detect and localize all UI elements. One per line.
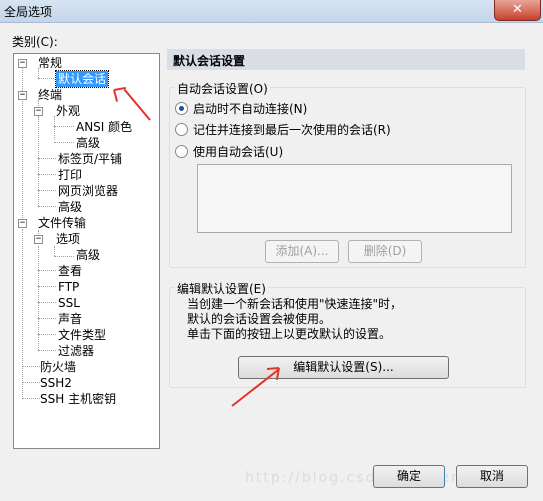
tree-item-firewall[interactable]: 防火墙 bbox=[40, 359, 76, 375]
cancel-button[interactable]: 取消 bbox=[456, 465, 528, 488]
tree-item-general[interactable]: 常规 bbox=[38, 55, 62, 71]
tree-item-sound[interactable]: 声音 bbox=[58, 311, 82, 327]
tree-line bbox=[22, 98, 23, 226]
add-button[interactable]: 添加(A)... bbox=[265, 240, 339, 263]
tree-line bbox=[54, 116, 55, 140]
ok-button[interactable]: 确定 bbox=[373, 465, 445, 488]
tree-line bbox=[38, 302, 56, 303]
tree-line bbox=[22, 382, 40, 383]
radio-label: 使用自动会话(U) bbox=[193, 145, 284, 159]
radio-label: 记住并连接到最后一次使用的会话(R) bbox=[193, 123, 391, 137]
tree-line bbox=[22, 398, 40, 399]
tree-line bbox=[38, 174, 56, 175]
tree-line bbox=[38, 78, 54, 79]
category-label: 类别(C): bbox=[12, 35, 58, 49]
collapse-icon[interactable]: − bbox=[34, 107, 43, 116]
radio-unchecked-icon bbox=[175, 123, 188, 136]
tree-line bbox=[22, 366, 40, 367]
tree-item-filters[interactable]: 过滤器 bbox=[58, 343, 94, 359]
tree-line bbox=[38, 318, 56, 319]
tree-item-terminal-advanced[interactable]: 高级 bbox=[58, 199, 82, 215]
close-button[interactable]: ✕ bbox=[494, 0, 541, 21]
radio-unchecked-icon bbox=[175, 145, 188, 158]
tree-item-file-types[interactable]: 文件类型 bbox=[58, 327, 106, 343]
tree-item-web-browser[interactable]: 网页浏览器 bbox=[58, 183, 118, 199]
tree-item-ssh-host-keys[interactable]: SSH 主机密钥 bbox=[40, 391, 116, 407]
radio-no-auto-connect[interactable]: 启动时不自动连接(N) bbox=[175, 101, 307, 117]
delete-button[interactable]: 删除(D) bbox=[348, 240, 422, 263]
tree-line bbox=[38, 350, 56, 351]
tree-item-ftp[interactable]: FTP bbox=[58, 279, 79, 295]
panel-title: 默认会话设置 bbox=[173, 54, 246, 68]
tree-item-ssl[interactable]: SSL bbox=[58, 295, 80, 311]
description-line: 默认的会话设置会被使用。 bbox=[187, 312, 332, 326]
radio-remember-last-session[interactable]: 记住并连接到最后一次使用的会话(R) bbox=[175, 122, 391, 138]
description-line: 单击下面的按钮上以更改默认的设置。 bbox=[187, 327, 392, 341]
tree-line bbox=[54, 142, 74, 143]
tree-item-options-advanced[interactable]: 高级 bbox=[76, 247, 100, 263]
tree-line bbox=[38, 158, 56, 159]
tree-line bbox=[22, 229, 23, 397]
tree-item-appearance-advanced[interactable]: 高级 bbox=[76, 135, 100, 151]
category-tree[interactable]: − − − − − 常规 默认会话 终端 外观 ANSI 颜色 高级 标签页/平… bbox=[13, 53, 160, 449]
radio-checked-icon bbox=[175, 102, 188, 115]
collapse-icon[interactable]: − bbox=[18, 219, 27, 228]
tree-item-options[interactable]: 选项 bbox=[56, 231, 80, 247]
tree-item-terminal[interactable]: 终端 bbox=[38, 87, 62, 103]
panel-header: 默认会话设置 bbox=[167, 49, 525, 70]
edit-default-description: 当创建一个新会话和使用"快速连接"时， 默认的会话设置会被使用。 单击下面的按钮… bbox=[187, 297, 402, 342]
tree-line bbox=[54, 126, 74, 127]
tree-line bbox=[54, 246, 55, 256]
tree-item-default-session[interactable]: 默认会话 bbox=[54, 70, 110, 88]
close-icon: ✕ bbox=[512, 2, 523, 17]
edit-default-label: 编辑默认设置(E) bbox=[175, 280, 268, 297]
tree-item-tabs-tiling[interactable]: 标签页/平铺 bbox=[58, 151, 122, 167]
radio-label: 启动时不自动连接(N) bbox=[193, 102, 308, 116]
tree-item-appearance[interactable]: 外观 bbox=[56, 103, 80, 119]
tree-item-ssh2[interactable]: SSH2 bbox=[40, 375, 72, 391]
auto-session-label: 自动会话设置(O) bbox=[175, 80, 270, 97]
radio-use-auto-session[interactable]: 使用自动会话(U) bbox=[175, 144, 283, 160]
tree-line bbox=[38, 206, 56, 207]
collapse-icon[interactable]: − bbox=[18, 91, 27, 100]
tree-item-file-transfer[interactable]: 文件传输 bbox=[38, 215, 86, 231]
collapse-icon[interactable]: − bbox=[18, 59, 27, 68]
tree-line bbox=[54, 256, 74, 257]
tree-line bbox=[38, 334, 56, 335]
window-title: 全局选项 bbox=[4, 5, 53, 19]
tree-line bbox=[38, 116, 39, 206]
tree-item-print[interactable]: 打印 bbox=[58, 167, 82, 183]
title-bar: 全局选项 ✕ bbox=[0, 0, 543, 23]
tree-line bbox=[38, 270, 56, 271]
description-line: 当创建一个新会话和使用"快速连接"时， bbox=[187, 297, 403, 311]
auto-session-list[interactable] bbox=[197, 164, 512, 233]
tree-item-view[interactable]: 查看 bbox=[58, 263, 82, 279]
collapse-icon[interactable]: − bbox=[34, 235, 43, 244]
tree-item-ansi-color[interactable]: ANSI 颜色 bbox=[76, 119, 132, 135]
tree-line bbox=[38, 286, 56, 287]
tree-line bbox=[38, 190, 56, 191]
